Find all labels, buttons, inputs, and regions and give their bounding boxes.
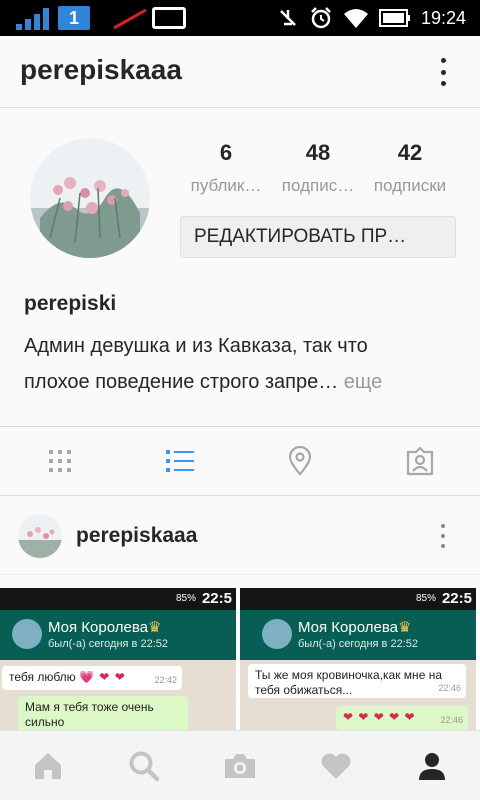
grid-icon — [49, 450, 71, 472]
stat-followers-label: подпис… — [281, 176, 355, 195]
chat-last-seen: был(-а) сегодня в 22:52 — [48, 638, 168, 650]
search-icon — [129, 751, 160, 781]
mute-icon — [280, 10, 296, 26]
chat-message-text: тебя люблю — [9, 670, 76, 684]
chat-message-time: 22:42 — [154, 675, 177, 685]
alarm-icon — [311, 7, 331, 29]
profile-bio: Админ девушка и из Кавказа, так что плох… — [24, 328, 464, 400]
profile-stats: 6 публик… 48 подпис… 42 подписки — [180, 140, 456, 196]
stat-followers-count: 48 — [305, 140, 331, 165]
chat-message-outgoing: Мам я тебя тоже очень сильно — [18, 696, 188, 730]
stat-followers[interactable]: 48 подпис… — [272, 140, 364, 196]
nav-profile[interactable] — [384, 731, 480, 800]
chat-battery: 85% — [175, 593, 196, 604]
more-options-button[interactable] — [438, 58, 448, 86]
profile-icon — [419, 752, 445, 780]
hearts-icon: ❤ ❤ ❤ ❤ ❤ — [343, 710, 416, 724]
post-options-button[interactable] — [438, 524, 448, 548]
chat-message-text: Мам я тебя тоже очень сильно — [25, 700, 154, 729]
chat-contact-name-text: Моя Королева — [48, 619, 148, 636]
chat-contact-name: Моя Королева♛ — [298, 618, 411, 636]
app-header: perepiskaaa — [0, 36, 480, 108]
page-title: perepiskaaa — [20, 54, 182, 85]
stat-posts[interactable]: 6 публик… — [180, 140, 272, 196]
chat-message-text: Ты же моя кровиночка,как мне на тебя оби… — [255, 668, 442, 697]
chat-contact-avatar — [12, 619, 42, 649]
bio-line-1: Админ девушка и из Кавказа, так что — [24, 335, 368, 357]
no-data-icon — [113, 8, 147, 30]
stat-following[interactable]: 42 подписки — [364, 140, 456, 196]
chat-last-seen: был(-а) сегодня в 22:52 — [298, 638, 418, 650]
bottom-navigation — [0, 730, 480, 800]
chat-screenshot-left: 85% 22:5 Моя Королева♛ был(-а) сегодня в… — [0, 588, 236, 730]
chat-time: 22:5 — [441, 590, 472, 607]
heart-icon — [321, 753, 351, 779]
hearts-icon: 💗 ❤ ❤ — [79, 670, 126, 684]
chat-contact-name: Моя Королева♛ — [48, 618, 161, 636]
tab-list[interactable] — [120, 427, 240, 495]
chat-message-time: 22:46 — [440, 715, 463, 725]
wifi-icon — [343, 9, 368, 28]
profile-section: 6 публик… 48 подпис… 42 подписки РЕДАКТИ… — [0, 108, 480, 426]
nav-home[interactable] — [0, 731, 96, 800]
edit-profile-button[interactable]: РЕДАКТИРОВАТЬ ПР… — [180, 216, 456, 258]
nav-camera[interactable] — [192, 731, 288, 800]
stat-following-count: 42 — [397, 140, 423, 165]
profile-view-tabs — [0, 426, 480, 496]
chat-time: 22:5 — [201, 590, 232, 607]
chat-app-bar: Моя Королева♛ был(-а) сегодня в 22:52 — [0, 610, 236, 660]
camera-icon — [225, 753, 255, 778]
list-icon — [166, 450, 194, 472]
profile-avatar[interactable] — [30, 138, 150, 258]
chat-message-time: 22:46 — [438, 683, 461, 693]
post-author-username[interactable]: perepiskaaa — [76, 524, 197, 548]
chat-status-bar: 85% 22:5 — [0, 588, 236, 610]
tab-grid[interactable] — [0, 427, 120, 495]
status-bar: 1 19:24 — [0, 0, 480, 36]
sim-indicator: 1 — [58, 6, 90, 30]
location-pin-icon — [288, 446, 312, 476]
chat-message-outgoing: ❤ ❤ ❤ ❤ ❤ 22:46 — [336, 706, 468, 730]
bio-line-2: плохое поведение строго запре… еще — [24, 364, 464, 400]
home-icon — [35, 752, 61, 779]
battery-icon — [378, 9, 410, 27]
tab-tagged[interactable] — [360, 427, 480, 495]
chat-screenshot-right: 85% 22:5 Моя Королева♛ был(-а) сегодня в… — [240, 588, 476, 730]
nav-activity[interactable] — [288, 731, 384, 800]
tagged-photos-icon — [406, 446, 434, 476]
post-author-avatar[interactable] — [18, 514, 62, 558]
signal-strength-icon — [16, 8, 49, 30]
tab-location[interactable] — [240, 427, 360, 495]
notification-icon — [152, 7, 186, 29]
chat-contact-avatar — [262, 619, 292, 649]
stat-following-label: подписки — [373, 176, 447, 195]
post-header: perepiskaaa — [0, 497, 480, 575]
chat-message-incoming: Ты же моя кровиночка,как мне на тебя оби… — [248, 664, 466, 698]
nav-search[interactable] — [96, 731, 192, 800]
bio-line-2-text: плохое поведение строго запре… — [24, 371, 339, 393]
bio-more-link[interactable]: еще — [338, 371, 383, 393]
chat-message-incoming: тебя люблю 💗 ❤ ❤ 22:42 — [2, 666, 182, 690]
stat-posts-label: публик… — [190, 176, 262, 195]
chat-contact-name-text: Моя Королева — [298, 619, 398, 636]
profile-name: perepiski — [24, 292, 117, 315]
clock: 19:24 — [420, 7, 466, 28]
post-image[interactable]: 85% 22:5 Моя Королева♛ был(-а) сегодня в… — [0, 588, 480, 730]
chat-status-bar: 85% 22:5 — [240, 588, 476, 610]
stat-posts-count: 6 — [219, 140, 233, 165]
crown-icon: ♛ — [397, 619, 412, 636]
crown-icon: ♛ — [147, 619, 162, 636]
chat-app-bar: Моя Королева♛ был(-а) сегодня в 22:52 — [240, 610, 476, 660]
chat-battery: 85% — [415, 593, 436, 604]
